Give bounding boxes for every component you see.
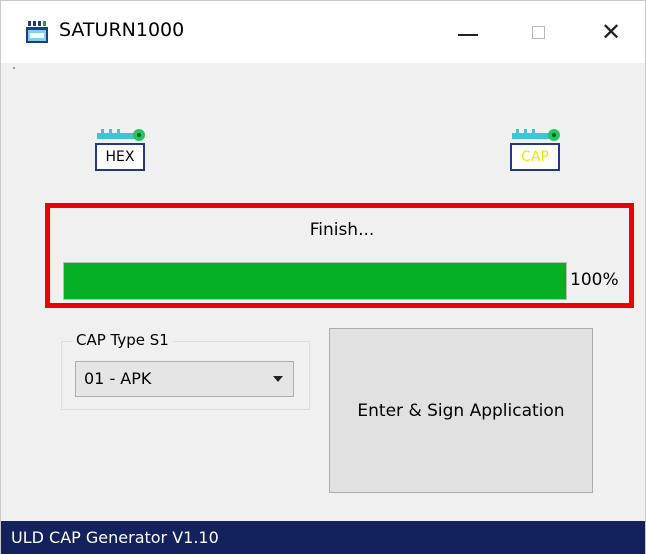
cap-label-text: CAP <box>521 149 549 165</box>
minimize-icon <box>458 34 478 36</box>
maximize-button[interactable] <box>508 11 568 53</box>
title-bar[interactable]: SATURN1000 ✕ <box>1 1 645 63</box>
enter-sign-button[interactable]: Enter & Sign Application <box>329 328 593 493</box>
cap-file-icon[interactable]: CAP <box>510 127 566 175</box>
hex-chip-icon <box>97 129 145 141</box>
hex-label: HEX <box>95 143 145 171</box>
cap-chip-icon <box>512 129 560 141</box>
status-bar-text: ULD CAP Generator V1.10 <box>11 528 219 547</box>
hex-label-text: HEX <box>105 149 135 165</box>
progress-highlight-frame: Finish... 100% <box>45 203 634 308</box>
window-title: SATURN1000 <box>59 19 185 41</box>
chevron-down-icon <box>273 376 283 382</box>
close-button[interactable]: ✕ <box>581 11 641 53</box>
cap-type-selected: 01 - APK <box>84 369 152 388</box>
resize-grip-dot <box>13 67 15 69</box>
cap-type-group: CAP Type S1 01 - APK <box>61 331 310 410</box>
enter-sign-label: Enter & Sign Application <box>357 400 565 421</box>
cap-label: CAP <box>510 143 560 171</box>
minimize-button[interactable] <box>438 11 498 53</box>
close-icon: ✕ <box>600 18 622 46</box>
cap-type-label: CAP Type S1 <box>72 331 173 349</box>
progress-percent: 100% <box>570 270 619 290</box>
progress-status: Finish... <box>309 220 375 240</box>
app-window: SATURN1000 ✕ HEX CAP Finish... 100% CAP … <box>0 0 646 554</box>
maximize-icon <box>531 25 545 39</box>
progress-fill <box>64 263 566 299</box>
cap-type-select[interactable]: 01 - APK <box>75 361 294 397</box>
app-chip-icon <box>26 21 48 43</box>
status-bar: ULD CAP Generator V1.10 <box>1 521 645 554</box>
hex-file-icon[interactable]: HEX <box>95 127 151 175</box>
progress-bar <box>63 262 567 300</box>
